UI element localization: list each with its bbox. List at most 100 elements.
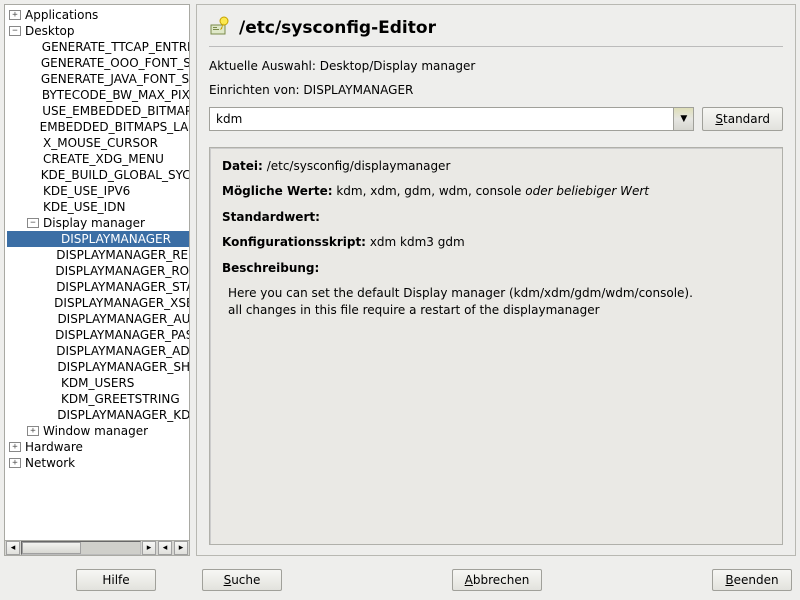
info-possible-value: kdm, xdm, gdm, wdm, console — [336, 184, 521, 198]
finish-button[interactable]: Beenden — [712, 569, 792, 591]
tree-item-label: X_MOUSE_CURSOR — [43, 135, 158, 151]
tree-item[interactable]: CREATE_XDG_MENU — [7, 151, 189, 167]
expander-spacer — [27, 122, 36, 132]
info-script-label: Konfigurationsskript: — [222, 235, 366, 249]
info-file-label: Datei: — [222, 159, 263, 173]
tree-horizontal-scrollbar[interactable]: ◂ ▸ ◂ ▸ — [4, 540, 190, 556]
expand-icon[interactable]: + — [9, 458, 21, 468]
expander-spacer — [27, 90, 38, 100]
tree-item-label: Hardware — [25, 439, 83, 455]
tree-item[interactable]: −Display manager — [7, 215, 189, 231]
expander-spacer — [27, 58, 37, 68]
expander-spacer — [27, 202, 39, 212]
scroll-left-button[interactable]: ◂ — [6, 541, 20, 555]
expander-spacer — [45, 410, 53, 420]
tree-item[interactable]: BYTECODE_BW_MAX_PIXEL — [7, 87, 189, 103]
tree-item-label: Display manager — [43, 215, 145, 231]
tree-item-label: GENERATE_JAVA_FONT_SETUP — [41, 71, 189, 87]
tree-item-label: KDE_BUILD_GLOBAL_SYCOCRA — [41, 167, 189, 183]
tree-item[interactable]: + Window manager — [7, 423, 189, 439]
scroll-leftmost-button[interactable]: ◂ — [158, 541, 172, 555]
info-possible-suffix: oder beliebiger Wert — [525, 184, 649, 198]
standard-button-rest: tandard — [723, 112, 770, 126]
tree-item[interactable]: DISPLAYMANAGER_AD_INTEGRATION — [7, 343, 189, 359]
tree-item-label: CREATE_XDG_MENU — [43, 151, 164, 167]
expander-spacer — [27, 106, 38, 116]
expander-spacer — [45, 362, 53, 372]
expand-icon[interactable]: + — [27, 426, 39, 436]
expander-spacer — [45, 314, 53, 324]
tree-item[interactable]: DISPLAYMANAGER_SHUTDOWN — [7, 359, 189, 375]
tree-item[interactable]: DISPLAYMANAGER_STARTS_XSERVER — [7, 279, 189, 295]
tree-item-label: EMBEDDED_BITMAPS_LANGUAGES — [40, 119, 189, 135]
scroll-right-button[interactable]: ▸ — [142, 541, 156, 555]
tree-item[interactable]: DISPLAYMANAGER_AUTOLOGIN — [7, 311, 189, 327]
tree-item-label: KDM_GREETSTRING — [61, 391, 180, 407]
tree-item-label: KDM_USERS — [61, 375, 134, 391]
tree-item[interactable]: KDM_USERS — [7, 375, 189, 391]
tree-item-label: GENERATE_OOO_FONT_SETUP — [41, 55, 189, 71]
tree-item[interactable]: −Desktop — [7, 23, 189, 39]
tree-item[interactable]: DISPLAYMANAGER_REMOTE_ACCESS — [7, 247, 189, 263]
app-icon — [209, 15, 231, 40]
cancel-button[interactable]: Abbrechen — [452, 569, 543, 591]
expander-spacer — [45, 266, 51, 276]
expand-icon[interactable]: + — [9, 442, 21, 452]
tree-item[interactable]: KDE_BUILD_GLOBAL_SYCOCRA — [7, 167, 189, 183]
help-button[interactable]: Hilfe — [76, 569, 156, 591]
info-description: Here you can set the default Display man… — [228, 285, 770, 320]
tree-item[interactable]: DISPLAYMANAGER_KDM_THEME — [7, 407, 189, 423]
info-script-value: xdm kdm3 gdm — [370, 235, 465, 249]
search-button[interactable]: Suche — [202, 569, 282, 591]
configure-label: Einrichten von: — [209, 83, 300, 97]
tree-item-label: Window manager — [43, 423, 148, 439]
tree-item-label: KDE_USE_IPV6 — [43, 183, 130, 199]
tree-item[interactable]: USE_EMBEDDED_BITMAPS — [7, 103, 189, 119]
info-desc-label: Beschreibung: — [222, 261, 319, 275]
scroll-thumb[interactable] — [22, 542, 81, 554]
tree-item-label: BYTECODE_BW_MAX_PIXEL — [42, 87, 189, 103]
tree-item-label: Applications — [25, 7, 98, 23]
tree-item[interactable]: GENERATE_TTCAP_ENTRIES — [7, 39, 189, 55]
tree-item[interactable]: DISPLAYMANAGER — [7, 231, 189, 247]
expander-spacer — [27, 154, 39, 164]
tree-item-label: GENERATE_TTCAP_ENTRIES — [42, 39, 189, 55]
current-selection-path: Desktop/Display manager — [320, 59, 476, 73]
tree-item[interactable]: GENERATE_OOO_FONT_SETUP — [7, 55, 189, 71]
tree-item[interactable]: DISPLAYMANAGER_PASSWORD_LESS_LOGIN — [7, 327, 189, 343]
expander-spacer — [27, 138, 39, 148]
value-input[interactable] — [210, 108, 673, 130]
tree-item[interactable]: KDE_USE_IPV6 — [7, 183, 189, 199]
scroll-track[interactable] — [21, 541, 141, 555]
scroll-rightmost-button[interactable]: ▸ — [174, 541, 188, 555]
tree-item[interactable]: KDE_USE_IDN — [7, 199, 189, 215]
tree-item[interactable]: +Network — [7, 455, 189, 471]
expander-spacer — [27, 186, 39, 196]
expand-icon[interactable]: + — [9, 10, 21, 20]
collapse-icon[interactable]: − — [9, 26, 21, 36]
standard-button[interactable]: Standard — [702, 107, 783, 131]
tree-item[interactable]: X_MOUSE_CURSOR — [7, 135, 189, 151]
tree-item-label: DISPLAYMANAGER_AUTOLOGIN — [57, 311, 189, 327]
value-combobox[interactable]: ▼ — [209, 107, 694, 131]
tree-item[interactable]: KDM_GREETSTRING — [7, 391, 189, 407]
config-tree[interactable]: +Applications−DesktopGENERATE_TTCAP_ENTR… — [4, 4, 190, 540]
combobox-dropdown-button[interactable]: ▼ — [673, 108, 693, 130]
tree-item[interactable]: GENERATE_JAVA_FONT_SETUP — [7, 71, 189, 87]
configure-label-line: Einrichten von: DISPLAYMANAGER — [209, 83, 783, 97]
variable-info-box: Datei: /etc/sysconfig/displaymanager Mög… — [209, 147, 783, 545]
info-desc-line2: all changes in this file require a resta… — [228, 302, 770, 319]
configure-variable: DISPLAYMANAGER — [303, 83, 413, 97]
expander-spacer — [45, 394, 57, 404]
tree-item[interactable]: + Hardware — [7, 439, 189, 455]
tree-item[interactable]: DISPLAYMANAGER_ROOT_LOGIN_REMOTE — [7, 263, 189, 279]
collapse-icon[interactable]: − — [27, 218, 39, 228]
expander-spacer — [45, 250, 52, 260]
expander-spacer — [27, 170, 37, 180]
tree-item[interactable]: + Applications — [7, 7, 189, 23]
tree-item[interactable]: DISPLAYMANAGER_XSERVER_TCP_PORT_6000_OPE… — [7, 295, 189, 311]
tree-item[interactable]: EMBEDDED_BITMAPS_LANGUAGES — [7, 119, 189, 135]
info-default-label: Standardwert: — [222, 210, 320, 224]
tree-item-label: Desktop — [25, 23, 75, 39]
info-possible-label: Mögliche Werte: — [222, 184, 333, 198]
